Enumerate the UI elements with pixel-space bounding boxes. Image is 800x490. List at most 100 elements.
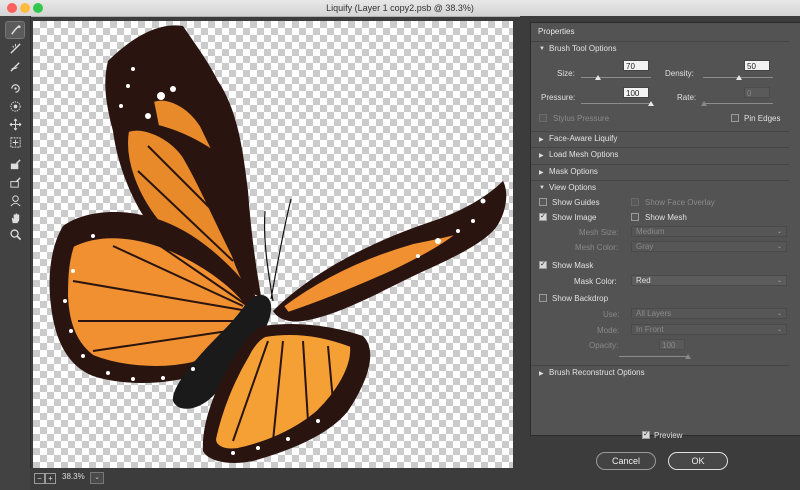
show-mask-checkbox[interactable]: ✓ — [539, 261, 547, 269]
reconstruct-tool-icon — [9, 42, 21, 54]
expanded-triangle-icon: ▼ — [539, 46, 545, 52]
preview-canvas[interactable] — [33, 21, 513, 468]
cancel-button[interactable]: Cancel — [596, 452, 656, 470]
section-brush-reconstruct-options[interactable]: ▶ Brush Reconstruct Options — [531, 365, 789, 381]
section-view-options[interactable]: ▼ View Options — [531, 180, 789, 196]
preview-label: Preview — [654, 431, 683, 440]
show-backdrop-checkbox[interactable] — [539, 294, 547, 302]
zoom-dropdown[interactable]: ⌄ — [90, 472, 104, 484]
ok-button[interactable]: OK — [668, 452, 728, 470]
freeze-mask-tool-icon — [10, 158, 21, 169]
window-titlebar: Liquify (Layer 1 copy2.psb @ 38.3%) — [0, 0, 800, 17]
show-guides-checkbox[interactable] — [539, 198, 547, 206]
section-brush-tool-options[interactable]: ▼ Brush Tool Options — [531, 41, 789, 57]
density-slider-knob[interactable] — [736, 75, 742, 80]
show-backdrop-label: Show Backdrop — [552, 294, 609, 303]
forward-warp-tool-icon — [10, 24, 21, 35]
pressure-input[interactable]: 100 — [623, 87, 649, 98]
chevron-down-icon: ⌄ — [776, 311, 782, 317]
collapsed-triangle-icon: ▶ — [539, 371, 544, 377]
select-value: Gray — [636, 242, 654, 251]
show-guides-label: Show Guides — [552, 198, 600, 207]
pucker-tool-button[interactable] — [6, 98, 24, 114]
push-left-tool-button[interactable] — [6, 134, 24, 150]
thaw-mask-tool-button[interactable] — [6, 174, 24, 190]
mesh-size-select[interactable]: Medium ⌄ — [631, 226, 787, 237]
twirl-tool-button[interactable] — [6, 80, 24, 96]
pressure-slider[interactable] — [581, 103, 651, 104]
show-mask-label: Show Mask — [552, 261, 594, 270]
smooth-tool-icon — [9, 61, 20, 72]
reconstruct-tool-button[interactable] — [6, 40, 24, 56]
smooth-tool-button[interactable] — [6, 58, 24, 74]
face-tool-icon — [10, 194, 20, 206]
panel-title: Properties — [538, 27, 575, 36]
select-value: All Layers — [636, 309, 672, 318]
show-face-overlay-checkbox[interactable] — [631, 198, 639, 206]
use-select[interactable]: All Layers ⌄ — [631, 308, 787, 319]
pressure-slider-knob[interactable] — [648, 101, 654, 106]
size-input[interactable]: 70 — [623, 60, 649, 71]
status-bar: − + 38.3% ⌄ — [30, 468, 520, 490]
chevron-down-icon: ⌄ — [776, 229, 782, 235]
section-mask-options[interactable]: ▶ Mask Options — [531, 164, 789, 180]
select-value: Red — [636, 276, 651, 285]
mesh-size-label: Mesh Size: — [579, 228, 619, 237]
mesh-color-label: Mesh Color: — [575, 243, 619, 252]
zoom-in-button[interactable]: + — [45, 473, 56, 484]
properties-panel: Properties ▼ Brush Tool Options Size: 70… — [530, 22, 800, 436]
rate-label: Rate: — [677, 93, 697, 102]
hand-tool-button[interactable] — [6, 210, 24, 226]
size-label: Size: — [557, 69, 575, 78]
pin-edges-checkbox[interactable] — [731, 114, 739, 122]
close-window-button[interactable] — [7, 3, 17, 13]
collapsed-triangle-icon: ▶ — [539, 137, 544, 143]
maximize-window-button[interactable] — [33, 3, 43, 13]
section-label: Load Mesh Options — [549, 150, 619, 159]
size-slider[interactable] — [581, 77, 651, 78]
opacity-input[interactable]: 100 — [659, 339, 685, 350]
opacity-slider[interactable] — [619, 356, 689, 357]
chevron-down-icon: ⌄ — [776, 244, 782, 250]
thaw-mask-tool-icon — [9, 176, 21, 188]
size-slider-knob[interactable] — [595, 75, 601, 80]
rate-input[interactable]: 0 — [744, 87, 770, 98]
zoom-out-button[interactable]: − — [34, 473, 45, 484]
density-label: Density: — [665, 69, 694, 78]
show-mesh-checkbox[interactable] — [631, 213, 639, 221]
section-face-aware-liquify[interactable]: ▶ Face-Aware Liquify — [531, 131, 789, 147]
section-label: Face-Aware Liquify — [549, 134, 618, 143]
show-face-overlay-label: Show Face Overlay — [645, 198, 715, 207]
forward-warp-tool-button[interactable] — [5, 21, 25, 39]
pin-edges-label: Pin Edges — [744, 114, 781, 123]
show-mesh-label: Show Mesh — [645, 213, 687, 222]
show-image-checkbox[interactable]: ✓ — [539, 213, 547, 221]
opacity-slider-knob[interactable] — [685, 354, 691, 359]
face-tool-button[interactable] — [6, 192, 24, 208]
collapsed-triangle-icon: ▶ — [539, 153, 544, 159]
pressure-label: Pressure: — [541, 93, 576, 102]
freeze-mask-tool-button[interactable] — [6, 156, 24, 172]
rate-slider[interactable] — [703, 103, 773, 104]
stylus-pressure-checkbox[interactable] — [539, 114, 547, 122]
minimize-window-button[interactable] — [20, 3, 30, 13]
rate-slider-knob[interactable] — [701, 101, 707, 106]
tools-column — [0, 16, 31, 490]
zoom-tool-button[interactable] — [6, 226, 24, 242]
mask-color-label: Mask Color: — [574, 277, 617, 286]
mask-color-select[interactable]: Red ⌄ — [631, 275, 787, 286]
select-value: In Front — [636, 325, 664, 334]
density-input[interactable]: 50 — [744, 60, 770, 71]
mode-select[interactable]: In Front ⌄ — [631, 324, 787, 335]
section-load-mesh-options[interactable]: ▶ Load Mesh Options — [531, 147, 789, 163]
pucker-tool-icon — [9, 100, 21, 112]
mesh-color-select[interactable]: Gray ⌄ — [631, 241, 787, 252]
properties-area: Properties ▼ Brush Tool Options Size: 70… — [520, 16, 800, 490]
preview-checkbox[interactable]: ✓ — [642, 431, 650, 439]
bloat-tool-button[interactable] — [6, 116, 24, 132]
chevron-down-icon: ⌄ — [776, 327, 782, 333]
select-value: Medium — [636, 227, 665, 236]
collapsed-triangle-icon: ▶ — [539, 170, 544, 176]
stylus-pressure-label: Stylus Pressure — [553, 114, 610, 123]
section-label: Brush Reconstruct Options — [549, 368, 645, 377]
